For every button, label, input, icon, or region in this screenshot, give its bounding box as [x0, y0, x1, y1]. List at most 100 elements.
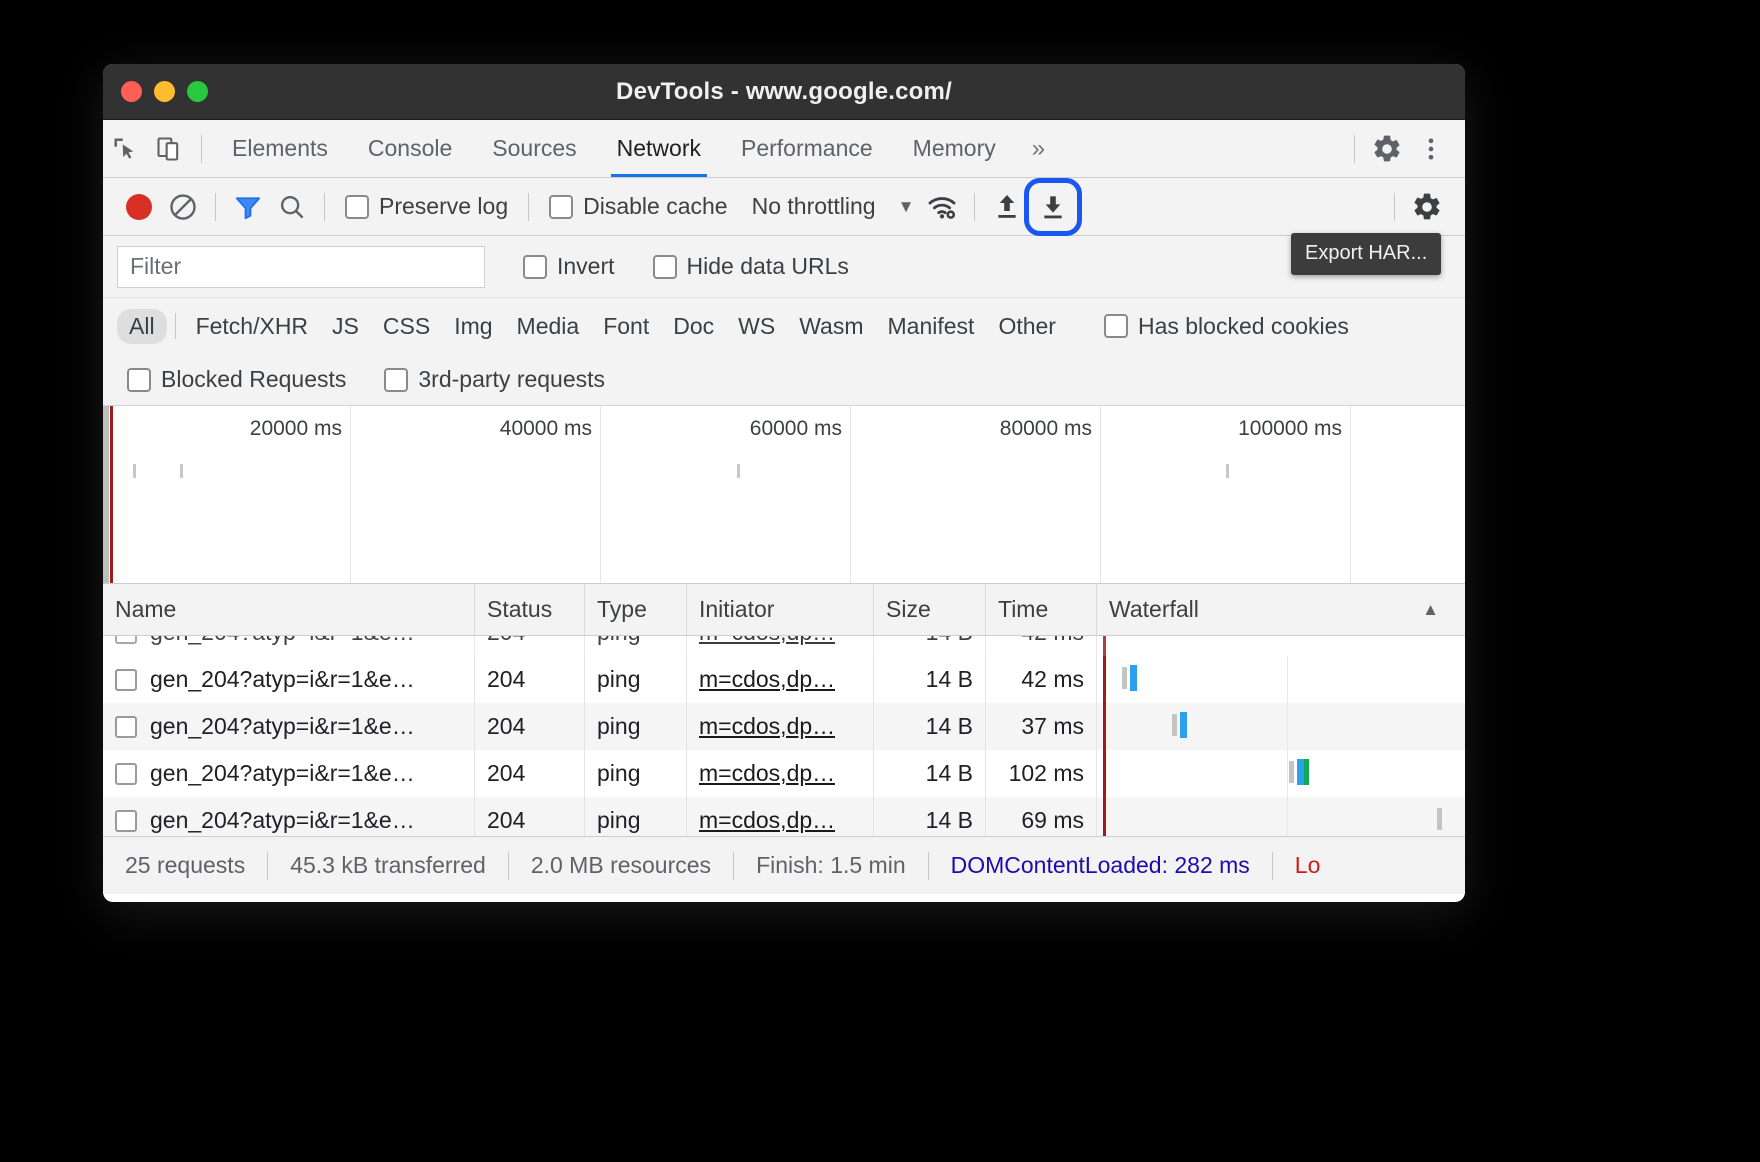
export-har-button[interactable]	[1024, 177, 1083, 236]
toolbar-divider	[1394, 192, 1395, 221]
record-dot-icon	[126, 193, 152, 220]
table-row-partial[interactable]: gen_204?atyp=i&r=1&e… 204 ping m=cdos,dp…	[103, 636, 1465, 656]
record-button[interactable]	[117, 185, 161, 229]
device-toolbar-icon[interactable]	[147, 127, 191, 171]
cell-waterfall	[1097, 750, 1465, 797]
inspect-cursor-icon[interactable]	[103, 127, 147, 171]
cell-size: 14 B	[874, 656, 986, 703]
traffic-light-controls[interactable]	[103, 81, 208, 102]
column-header-size[interactable]: Size	[874, 584, 986, 635]
blocked-filter-row: Blocked Requests 3rd-party requests	[103, 354, 1465, 406]
cell-type: ping	[585, 750, 687, 797]
toolbar-divider	[201, 134, 202, 163]
initiator-link[interactable]: m=cdos,dp…	[699, 807, 835, 834]
column-header-initiator[interactable]: Initiator	[687, 584, 874, 635]
cell-initiator[interactable]: m=cdos,dp…	[687, 636, 874, 656]
column-header-type[interactable]: Type	[585, 584, 687, 635]
cell-initiator[interactable]: m=cdos,dp…	[687, 797, 874, 836]
network-conditions-icon[interactable]	[920, 185, 964, 229]
kebab-menu-icon[interactable]	[1409, 127, 1453, 171]
column-header-time[interactable]: Time	[986, 584, 1097, 635]
type-filter-media[interactable]: Media	[505, 309, 592, 344]
cell-time: 37 ms	[986, 703, 1097, 750]
type-filter-all[interactable]: All	[117, 308, 167, 344]
sort-ascending-icon: ▲	[1422, 599, 1439, 619]
search-icon[interactable]	[270, 185, 314, 229]
cell-waterfall	[1097, 703, 1465, 750]
initiator-link[interactable]: m=cdos,dp…	[699, 760, 835, 787]
tab-elements[interactable]: Elements	[212, 120, 348, 177]
invert-checkbox[interactable]: Invert	[513, 253, 625, 280]
status-divider	[1271, 851, 1273, 880]
filter-divider	[174, 313, 176, 339]
status-divider	[507, 851, 509, 880]
type-filter-js[interactable]: JS	[320, 309, 371, 344]
type-filter-css[interactable]: CSS	[371, 309, 442, 344]
blocked-requests-checkbox[interactable]: Blocked Requests	[117, 366, 356, 393]
more-tabs-icon[interactable]: »	[1016, 135, 1061, 163]
tab-network[interactable]: Network	[597, 120, 721, 177]
row-checkbox[interactable]	[115, 668, 137, 691]
checkbox-box	[1103, 314, 1128, 338]
overview-tick-label: 40000 ms	[499, 417, 592, 440]
network-overview-timeline[interactable]: 20000 ms 40000 ms 60000 ms 80000 ms 1000…	[103, 406, 1465, 584]
tab-memory[interactable]: Memory	[893, 120, 1016, 177]
type-filter-wasm[interactable]: Wasm	[787, 309, 875, 344]
funnel-icon[interactable]	[226, 185, 270, 229]
cell-initiator[interactable]: m=cdos,dp…	[687, 750, 874, 797]
row-checkbox[interactable]	[115, 636, 137, 644]
column-header-status[interactable]: Status	[475, 584, 585, 635]
type-filter-font[interactable]: Font	[591, 309, 661, 344]
finish-time: Finish: 1.5 min	[756, 852, 906, 878]
cell-size: 14 B	[874, 797, 986, 836]
import-har-icon[interactable]	[985, 185, 1029, 229]
third-party-requests-label: 3rd-party requests	[418, 366, 606, 392]
preserve-log-checkbox[interactable]: Preserve log	[335, 193, 518, 220]
column-header-name[interactable]: Name	[103, 584, 475, 635]
type-filter-manifest[interactable]: Manifest	[876, 309, 987, 344]
throttling-dropdown[interactable]: No throttling ▼	[738, 193, 921, 220]
type-filter-other[interactable]: Other	[986, 309, 1068, 344]
filter-input[interactable]	[117, 245, 485, 288]
type-filter-img[interactable]: Img	[442, 309, 504, 344]
cell-initiator[interactable]: m=cdos,dp…	[687, 656, 874, 703]
cell-type: ping	[585, 703, 687, 750]
tab-console[interactable]: Console	[348, 120, 472, 177]
type-filter-doc[interactable]: Doc	[661, 309, 726, 344]
row-checkbox[interactable]	[115, 809, 137, 832]
table-row[interactable]: gen_204?atyp=i&r=1&e… 204 ping m=cdos,dp…	[103, 703, 1465, 750]
tab-label: Memory	[912, 135, 996, 161]
initiator-link[interactable]: m=cdos,dp…	[699, 666, 835, 693]
checkbox-box	[384, 367, 409, 392]
third-party-requests-checkbox[interactable]: 3rd-party requests	[374, 366, 615, 393]
network-settings-gear-icon[interactable]	[1405, 185, 1449, 229]
chevron-down-icon: ▼	[897, 196, 915, 216]
cell-status: 204	[475, 750, 585, 797]
close-window-button[interactable]	[121, 81, 142, 102]
clear-button[interactable]	[161, 185, 205, 229]
initiator-link[interactable]: m=cdos,dp…	[699, 713, 835, 740]
table-row[interactable]: gen_204?atyp=i&r=1&e… 204 ping m=cdos,dp…	[103, 750, 1465, 797]
checkbox-box	[345, 194, 369, 219]
row-checkbox[interactable]	[115, 762, 137, 785]
table-row[interactable]: gen_204?atyp=i&r=1&e… 204 ping m=cdos,dp…	[103, 797, 1465, 836]
column-header-waterfall[interactable]: Waterfall ▲	[1097, 584, 1465, 635]
has-blocked-cookies-checkbox[interactable]: Has blocked cookies	[1094, 313, 1359, 340]
maximize-window-button[interactable]	[187, 81, 208, 102]
export-har-tooltip: Export HAR...	[1291, 233, 1442, 275]
type-filter-ws[interactable]: WS	[726, 309, 787, 344]
type-filter-fetch-xhr[interactable]: Fetch/XHR	[184, 309, 320, 344]
minimize-window-button[interactable]	[154, 81, 175, 102]
gear-icon[interactable]	[1365, 127, 1409, 171]
tab-performance[interactable]: Performance	[721, 120, 893, 177]
disable-cache-checkbox[interactable]: Disable cache	[539, 193, 737, 220]
status-divider	[927, 851, 929, 880]
initiator-link[interactable]: m=cdos,dp…	[699, 636, 835, 646]
tab-label: Console	[367, 135, 453, 161]
row-checkbox[interactable]	[115, 715, 137, 738]
table-row[interactable]: gen_204?atyp=i&r=1&e… 204 ping m=cdos,dp…	[103, 656, 1465, 703]
hide-data-urls-checkbox[interactable]: Hide data URLs	[643, 253, 859, 280]
tab-sources[interactable]: Sources	[472, 120, 596, 177]
cell-waterfall	[1097, 797, 1465, 836]
cell-initiator[interactable]: m=cdos,dp…	[687, 703, 874, 750]
